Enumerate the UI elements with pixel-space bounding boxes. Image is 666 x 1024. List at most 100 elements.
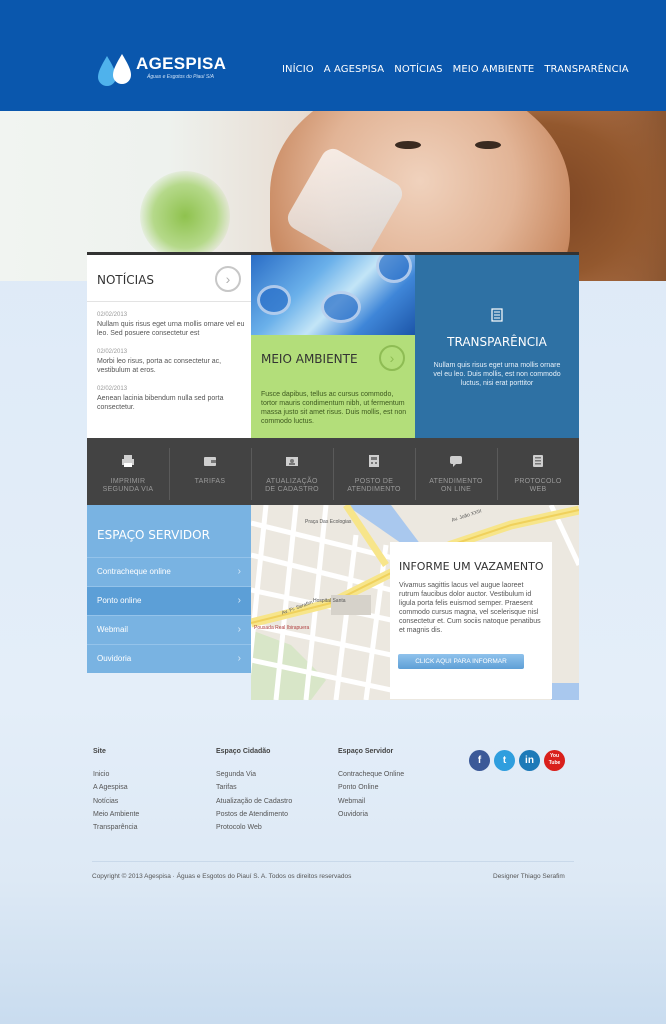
designer-credit[interactable]: Designer Thiago Serafim <box>493 873 565 880</box>
service-atualizacao-cadastro[interactable]: ATUALIZAÇÃO DE CADASTRO <box>251 438 333 505</box>
hero-eye <box>475 141 501 149</box>
service-posto-atendimento[interactable]: POSTO DE ATENDIMENTO <box>333 438 415 505</box>
news-item[interactable]: 02/02/2013 Aenean lacinia bibendum nulla… <box>97 386 245 412</box>
servidor-link-webmail[interactable]: Webmail › <box>87 615 251 644</box>
linkedin-icon[interactable]: in <box>519 750 540 771</box>
servidor-title: ESPAÇO SERVIDOR <box>97 528 210 542</box>
footer-link[interactable]: Segunda Via <box>216 768 292 781</box>
bottle-shape <box>376 255 412 283</box>
informe-vazamento-card: INFORME UM VAZAMENTO Vivamus sagittis la… <box>390 542 552 699</box>
printer-icon <box>122 455 134 467</box>
service-label: ON LINE <box>440 486 472 493</box>
service-label: DE CADASTRO <box>265 486 319 493</box>
espaco-servidor-panel: ESPAÇO SERVIDOR Contracheque online › Pon… <box>87 505 251 673</box>
footer-heading: Site <box>93 748 106 755</box>
meio-ambiente-text: Fusce dapibus, tellus ac cursus commodo,… <box>261 391 407 425</box>
link-label: Contracheque online <box>97 567 171 576</box>
footer-col-cidadao: Espaço Cidadão Segunda Via Tarifas Atual… <box>216 748 292 834</box>
informe-title: INFORME UM VAZAMENTO <box>399 560 544 573</box>
footer-link[interactable]: Notícias <box>93 795 139 808</box>
footer-link[interactable]: A Agespisa <box>93 781 139 794</box>
service-atendimento-online[interactable]: ATENDIMENTO ON LINE <box>415 438 497 505</box>
servidor-link-ponto[interactable]: Ponto online › <box>87 586 251 615</box>
main-nav: INÍCIO A AGESPISA NOTÍCIAS MEIO AMBIENTE… <box>282 64 639 75</box>
nav-a-agespisa[interactable]: A AGESPISA <box>324 64 384 75</box>
bottle-shape <box>321 291 361 323</box>
hero-eye <box>395 141 421 149</box>
footer-col-servidor: Espaço Servidor Contracheque Online Pont… <box>338 748 404 821</box>
footer-link[interactable]: Ouvidoria <box>338 808 404 821</box>
id-card-icon <box>286 457 298 466</box>
server-icon <box>533 455 543 467</box>
bottles-photo <box>251 255 415 335</box>
transparencia-title: TRANSPARÊNCIA <box>447 335 547 349</box>
footer-heading: Espaço Cidadão <box>216 748 271 755</box>
facebook-icon[interactable]: f <box>469 750 490 771</box>
meio-ambiente-more-button[interactable]: › <box>379 345 405 371</box>
service-label: POSTO DE <box>354 478 394 485</box>
footer-col-site: Site Inicio A Agespisa Notícias Meio Amb… <box>93 748 139 834</box>
youtube-icon[interactable]: You Tube <box>544 750 565 771</box>
servidor-link-contracheque[interactable]: Contracheque online › <box>87 557 251 586</box>
chat-icon <box>450 456 462 467</box>
service-label: ATENDIMENTO <box>429 478 483 485</box>
footer-link[interactable]: Webmail <box>338 795 404 808</box>
nav-inicio[interactable]: INÍCIO <box>282 64 314 75</box>
footer-link[interactable]: Postos de Atendimento <box>216 808 292 821</box>
footer-link[interactable]: Contracheque Online <box>338 768 404 781</box>
news-date: 02/02/2013 <box>97 386 128 392</box>
news-text: Morbi leo risus, porta ac consectetur ac… <box>97 358 222 374</box>
noticias-title: NOTÍCIAS <box>97 273 155 287</box>
service-protocolo-web[interactable]: PROTOCOLO WEB <box>497 438 579 505</box>
news-date: 02/02/2013 <box>97 349 128 355</box>
twitter-icon[interactable]: t <box>494 750 515 771</box>
footer-link[interactable]: Inicio <box>93 768 139 781</box>
news-date: 02/02/2013 <box>97 312 128 318</box>
map-label: Pousada Real Ibirapuera <box>254 625 310 631</box>
nav-meio-ambiente[interactable]: MEIO AMBIENTE <box>453 64 535 75</box>
meio-ambiente-tile[interactable]: MEIO AMBIENTE › Fusce dapibus, tellus ac… <box>251 252 415 438</box>
document-icon <box>491 308 503 322</box>
footer-link[interactable]: Atualização de Cadastro <box>216 795 292 808</box>
footer-link[interactable]: Ponto Online <box>338 781 404 794</box>
divider <box>87 301 251 302</box>
site-header: AGESPISA Águas e Esgotos do Piauí S/A IN… <box>0 0 666 111</box>
servidor-link-ouvidoria[interactable]: Ouvidoria › <box>87 644 251 673</box>
service-tarifas[interactable]: TARIFAS <box>169 438 251 505</box>
news-item[interactable]: 02/02/2013 Nullam quis risus eget urna m… <box>97 312 245 338</box>
nav-transparencia[interactable]: TRANSPARÊNCIA <box>544 64 628 75</box>
agespisa-logo[interactable]: AGESPISA Águas e Esgotos do Piauí S/A <box>97 52 227 86</box>
chevron-right-icon: › <box>237 653 241 664</box>
services-bar: IMPRIMIR SEGUNDA VIA TARIFAS ATUALIZAÇÃO D… <box>87 438 579 505</box>
transparencia-tile[interactable]: TRANSPARÊNCIA Nullam quis risus eget urn… <box>415 252 579 438</box>
meio-ambiente-title: MEIO AMBIENTE <box>261 352 358 366</box>
chevron-right-icon: › <box>237 624 241 635</box>
brand-tagline: Águas e Esgotos do Piauí S/A <box>147 74 214 80</box>
service-label: TARIFAS <box>194 478 226 485</box>
chevron-right-icon: › <box>237 566 241 577</box>
map-label: Praça Das Ecologias <box>305 519 352 525</box>
footer-link[interactable]: Protocolo Web <box>216 821 292 834</box>
copyright-text: Copyright © 2013 Agespisa · Águas e Esgo… <box>92 873 352 880</box>
news-item[interactable]: 02/02/2013 Morbi leo risus, porta ac con… <box>97 349 245 375</box>
phone-icon <box>369 455 379 467</box>
map-label: Hospital Santa <box>313 598 346 604</box>
footer-link[interactable]: Tarifas <box>216 781 292 794</box>
service-label: ATUALIZAÇÃO <box>266 478 318 485</box>
news-text: Nullam quis risus eget urna mollis ornar… <box>97 321 245 337</box>
brand-name: AGESPISA <box>136 54 227 73</box>
footer-divider <box>92 861 574 862</box>
footer-heading: Espaço Servidor <box>338 748 394 755</box>
water-drops-icon <box>98 54 131 86</box>
footer-link[interactable]: Transparência <box>93 821 139 834</box>
news-text: Aenean lacinia bibendum nulla sed porta … <box>97 395 224 411</box>
informe-button[interactable]: CLICK AQUI PARA INFORMAR <box>398 654 524 669</box>
service-label: ATENDIMENTO <box>347 486 401 493</box>
service-imprimir-segunda-via[interactable]: IMPRIMIR SEGUNDA VIA <box>87 438 169 505</box>
chevron-right-icon: › <box>237 595 241 606</box>
link-label: Ponto online <box>97 596 142 605</box>
nav-noticias[interactable]: NOTÍCIAS <box>394 64 442 75</box>
service-label: WEB <box>529 486 547 493</box>
footer-link[interactable]: Meio Ambiente <box>93 808 139 821</box>
noticias-more-button[interactable]: › <box>215 266 241 292</box>
